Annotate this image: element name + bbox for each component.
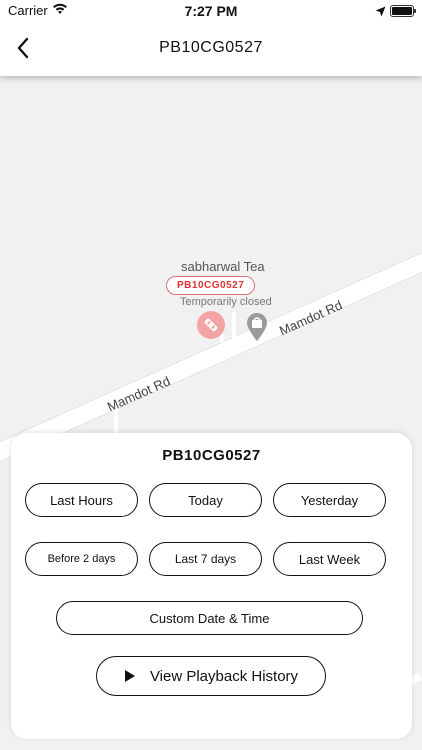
nav-bar: PB10CG0527: [0, 22, 422, 76]
last-7-days-button[interactable]: Last 7 days: [149, 542, 262, 576]
car-icon: [204, 318, 218, 332]
view-playback-history-label: View Playback History: [149, 667, 299, 685]
page-title: PB10CG0527: [159, 39, 263, 56]
vehicle-plate-tag: PB10CG0527: [166, 276, 256, 295]
custom-date-time-button[interactable]: Custom Date & Time: [56, 601, 363, 635]
last-week-button[interactable]: Last Week: [273, 542, 386, 576]
sheet-title: PB10CG0527: [162, 447, 261, 464]
play-icon: [124, 670, 135, 682]
status-time: 7:27 PM: [184, 3, 238, 19]
last-hours-button[interactable]: Last Hours: [25, 483, 138, 517]
before-2-days-button[interactable]: Before 2 days: [25, 542, 138, 576]
vehicle-marker[interactable]: [197, 311, 225, 339]
place-name: sabharwal Tea: [181, 259, 265, 274]
battery-icon: [390, 5, 416, 17]
yesterday-button[interactable]: Yesterday: [273, 483, 386, 517]
location-arrow-icon: [375, 4, 386, 22]
status-bar: Carrier 7:27 PM: [0, 0, 422, 22]
history-options-sheet: PB10CG0527 Last Hours Today Yesterday Be…: [11, 433, 412, 739]
view-playback-history-button[interactable]: View Playback History: [96, 656, 326, 696]
place-status: Temporarily closed: [180, 296, 272, 308]
today-button[interactable]: Today: [149, 483, 262, 517]
